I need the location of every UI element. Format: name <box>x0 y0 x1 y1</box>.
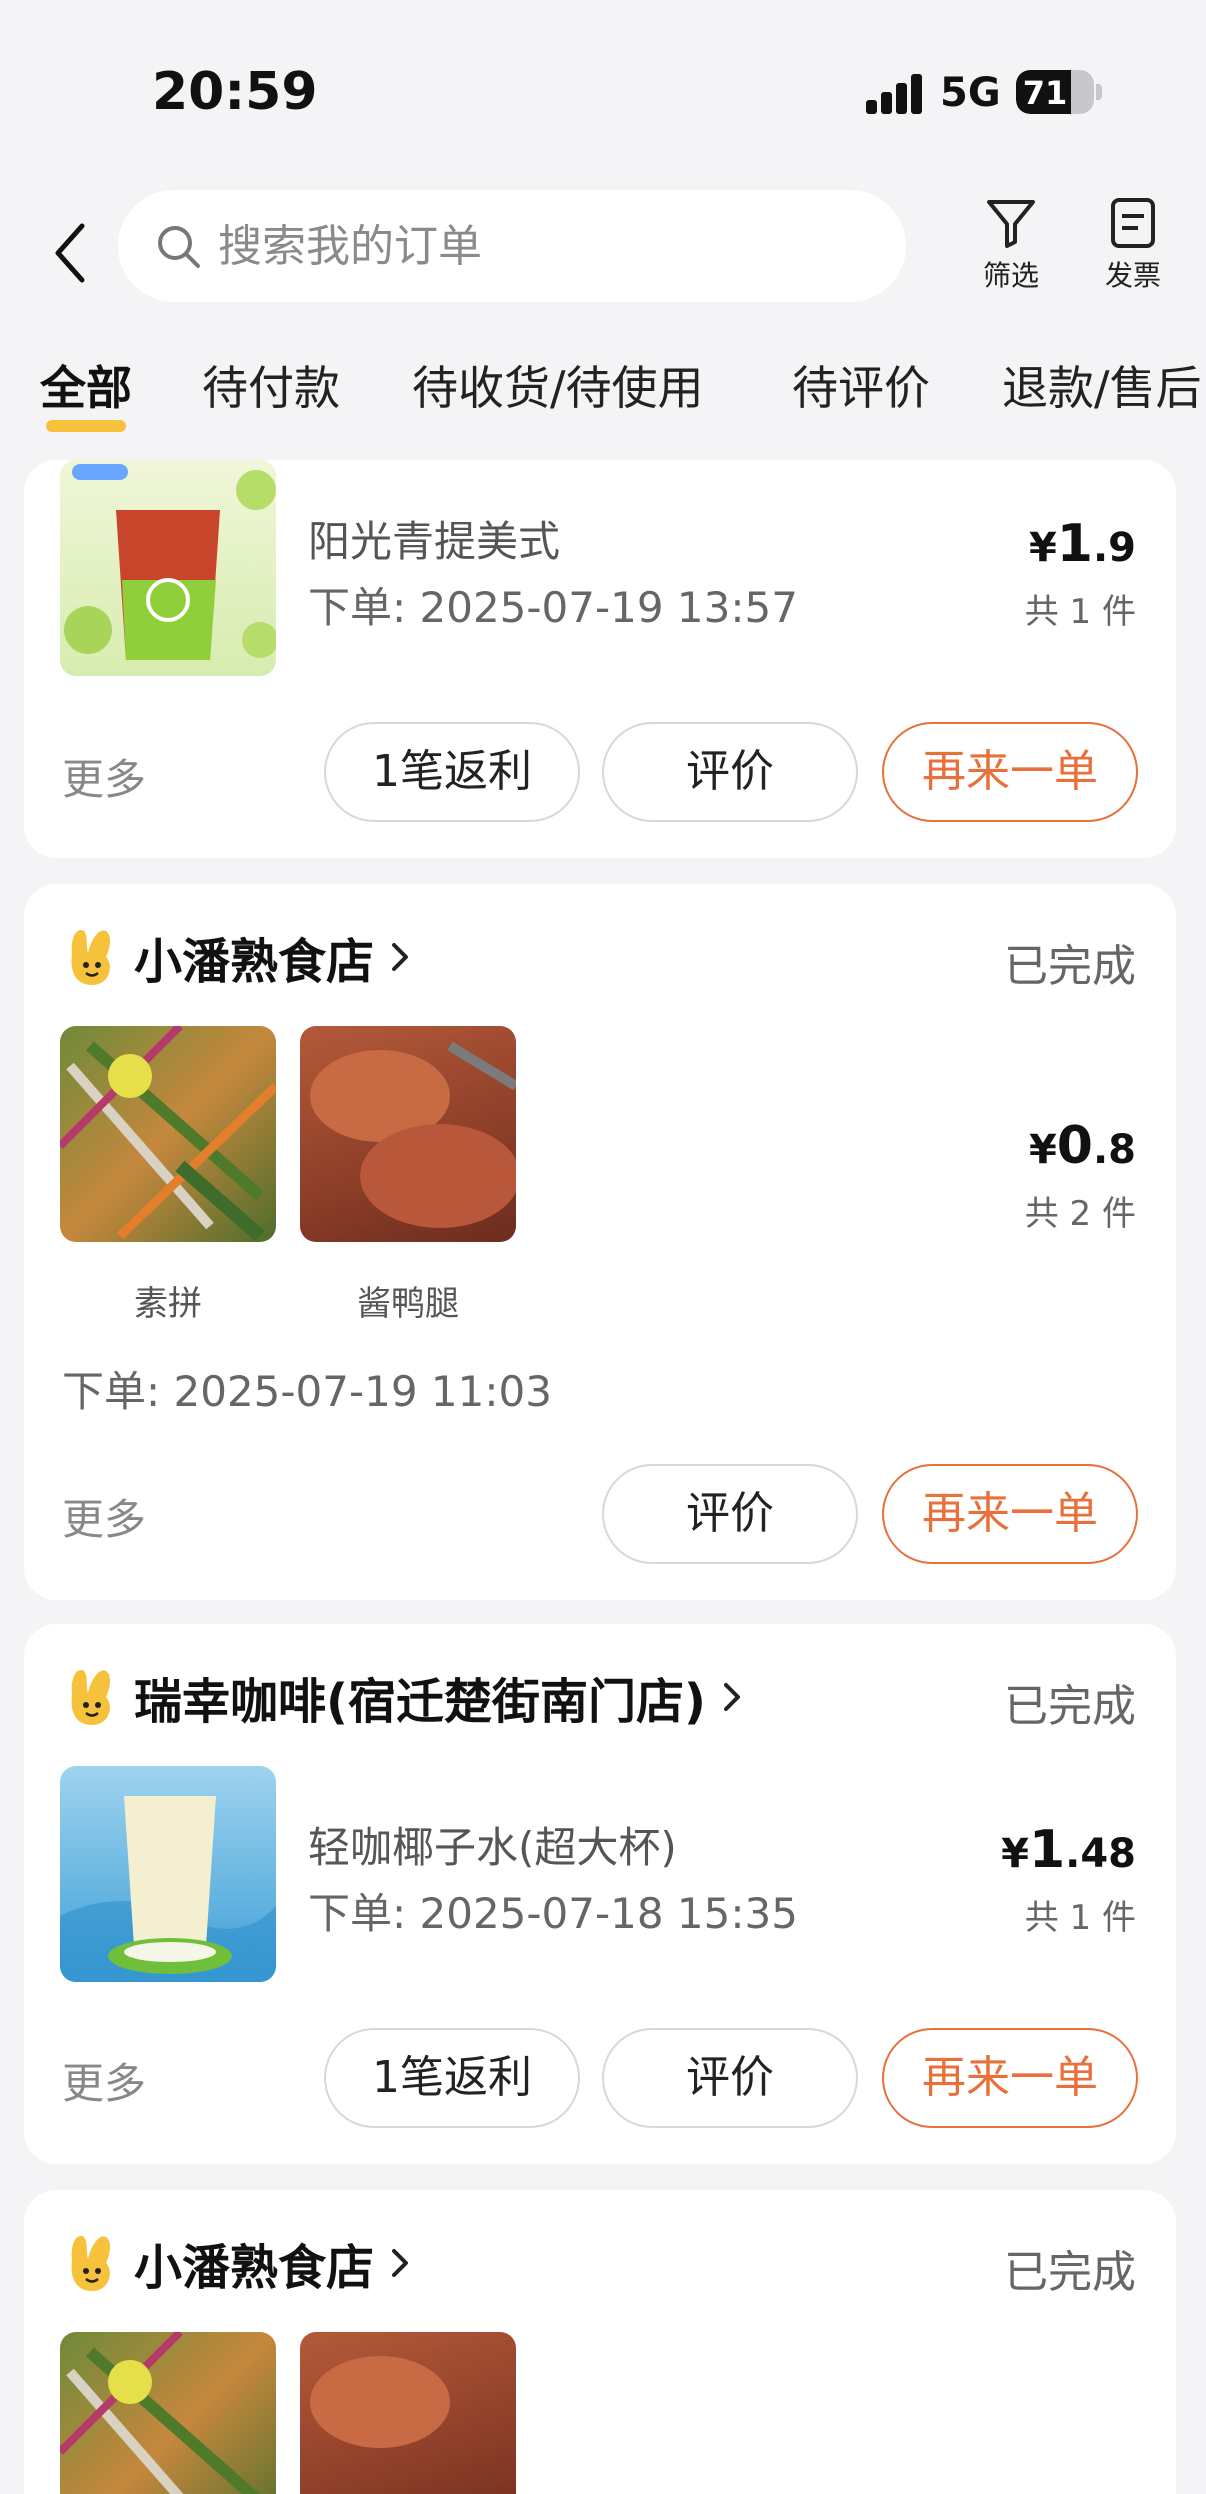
order-card[interactable]: 阳光青提美式 下单: 2025-07-19 13:57 ¥1.9 共 1 件 更… <box>24 460 1176 858</box>
product-image <box>60 460 276 676</box>
invoice-icon <box>1111 198 1155 248</box>
order-card[interactable]: 小潘熟食店 已完成 <box>24 2190 1176 2494</box>
filter-label: 筛选 <box>982 259 1039 292</box>
order-price: ¥1.48 <box>1001 1820 1136 1880</box>
order-card[interactable]: 瑞幸咖啡(宿迁楚街南门店) 已完成 轻咖椰子水(超大杯) 下单: 2025-07… <box>24 1624 1176 2164</box>
search-input[interactable] <box>218 214 858 278</box>
chevron-right-icon <box>392 2249 409 2277</box>
item-name: 轻咖椰子水(超大杯) <box>308 1823 677 1872</box>
product-image <box>300 1026 516 1242</box>
order-time: 下单: 2025-07-19 11:03 <box>62 1367 552 1416</box>
item-count: 共 1 件 <box>1024 592 1136 632</box>
search-box[interactable] <box>118 190 906 302</box>
item-count: 共 2 件 <box>1024 1194 1136 1234</box>
review-button[interactable]: 评价 <box>602 722 858 822</box>
search-icon <box>158 226 200 268</box>
store-logo-icon <box>71 1670 111 1725</box>
order-tabs: 全部 待付款 待收货/待使用 待评价 退款/售后 <box>0 340 1206 450</box>
store-name: 瑞幸咖啡(宿迁楚街南门店) <box>134 1674 706 1730</box>
tab-all[interactable]: 全部 <box>40 352 132 432</box>
order-status: 已完成 <box>1004 2247 1136 2298</box>
cellular-signal-icon <box>866 74 924 114</box>
tab-pending-review-label: 待评价 <box>792 361 930 415</box>
header-bar: 筛选 发票 <box>0 180 1206 320</box>
store-logo-icon <box>71 930 111 985</box>
back-arrow-icon <box>55 223 85 283</box>
status-time: 20:59 <box>152 62 318 122</box>
review-button[interactable]: 评价 <box>602 2028 858 2128</box>
item-count: 共 1 件 <box>1024 1898 1136 1938</box>
store-logo-icon <box>71 2236 111 2291</box>
reorder-button[interactable]: 再来一单 <box>882 2028 1138 2128</box>
product-image <box>60 1026 276 1242</box>
back-button[interactable] <box>50 218 90 288</box>
store-link[interactable]: 小潘熟食店 <box>64 922 412 992</box>
chevron-right-icon <box>723 1683 740 1711</box>
order-time: 下单: 2025-07-19 13:57 <box>308 583 798 632</box>
product-image <box>60 1766 276 1982</box>
order-status: 已完成 <box>1004 1681 1136 1732</box>
product-image <box>60 2332 276 2494</box>
filter-icon <box>987 200 1035 248</box>
invoice-label: 发票 <box>1104 259 1161 292</box>
reorder-button[interactable]: 再来一单 <box>882 1464 1138 1564</box>
tab-pending-payment-label: 待付款 <box>202 361 340 415</box>
store-link[interactable]: 小潘熟食店 <box>64 2228 412 2298</box>
invoice-button[interactable]: 发票 <box>1088 196 1178 294</box>
tab-refund-label: 退款/售后 <box>1002 361 1202 415</box>
store-name: 小潘熟食店 <box>134 2240 375 2296</box>
chevron-right-icon <box>392 943 409 971</box>
product-image <box>300 2332 516 2494</box>
order-price: ¥0.8 <box>1028 1116 1136 1176</box>
reorder-button[interactable]: 再来一单 <box>882 722 1138 822</box>
tab-all-label: 全部 <box>40 361 132 415</box>
rebate-button[interactable]: 1笔返利 <box>324 2028 580 2128</box>
active-tab-indicator <box>46 420 126 432</box>
item-caption: 素拼 <box>134 1284 202 1324</box>
order-time: 下单: 2025-07-18 15:35 <box>308 1889 798 1938</box>
tab-pending-receipt[interactable]: 待收货/待使用 <box>412 352 704 418</box>
network-type: 5G <box>940 70 1001 116</box>
item-name: 阳光青提美式 <box>308 517 561 566</box>
tab-pending-payment[interactable]: 待付款 <box>202 352 340 418</box>
more-link[interactable]: 更多 <box>62 746 146 807</box>
tab-pending-review[interactable]: 待评价 <box>792 352 930 418</box>
store-name: 小潘熟食店 <box>134 934 375 990</box>
order-status: 已完成 <box>1004 941 1136 992</box>
store-link[interactable]: 瑞幸咖啡(宿迁楚街南门店) <box>64 1662 744 1732</box>
item-caption: 酱鸭腿 <box>357 1284 459 1324</box>
rebate-button[interactable]: 1笔返利 <box>324 722 580 822</box>
tab-refund[interactable]: 退款/售后 <box>1002 352 1202 418</box>
battery-level: 71 <box>1022 74 1068 112</box>
review-button[interactable]: 评价 <box>602 1464 858 1564</box>
filter-button[interactable]: 筛选 <box>966 196 1056 294</box>
battery-cap <box>1096 84 1102 100</box>
status-bar: 20:59 5G 71 <box>0 0 1206 180</box>
order-card[interactable]: 小潘熟食店 已完成 素拼 酱鸭腿 ¥0.8 共 2 件 下单: 2025-07-… <box>24 884 1176 1600</box>
more-link[interactable]: 更多 <box>62 2050 146 2111</box>
tab-pending-receipt-label: 待收货/待使用 <box>412 361 704 415</box>
more-link[interactable]: 更多 <box>62 1486 146 1547</box>
battery-icon: 71 <box>1016 70 1094 114</box>
order-price: ¥1.9 <box>1028 514 1136 574</box>
